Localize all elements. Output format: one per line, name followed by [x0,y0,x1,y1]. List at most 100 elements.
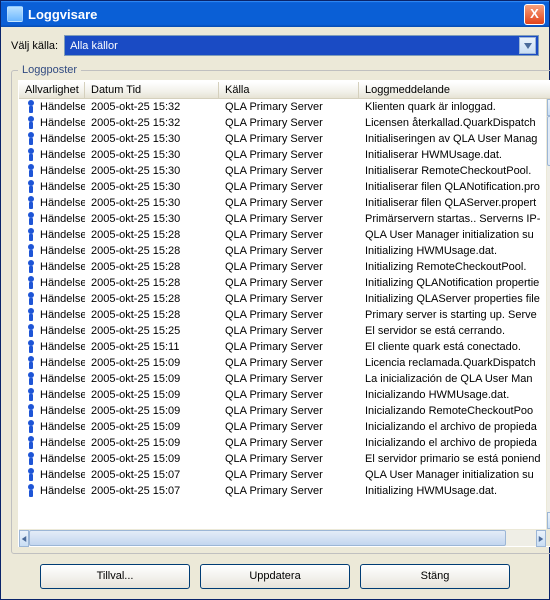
severity-cell: Händelse [19,356,85,370]
column-severity[interactable]: Allvarlighet [19,82,85,98]
table-row[interactable]: Händelse2005-okt-25 15:30QLA Primary Ser… [19,195,546,211]
table-row[interactable]: Händelse2005-okt-25 15:30QLA Primary Ser… [19,179,546,195]
severity-text: Händelse [40,437,85,449]
table-row[interactable]: Händelse2005-okt-25 15:09QLA Primary Ser… [19,355,546,371]
datetime-cell: 2005-okt-25 15:32 [85,117,219,129]
datetime-cell: 2005-okt-25 15:11 [85,341,219,353]
message-cell: El cliente quark está conectado. [359,341,546,353]
datetime-cell: 2005-okt-25 15:28 [85,229,219,241]
chevron-down-icon[interactable] [519,37,536,54]
table-row[interactable]: Händelse2005-okt-25 15:25QLA Primary Ser… [19,323,546,339]
message-cell: Initializing HWMUsage.dat. [359,485,546,497]
source-cell: QLA Primary Server [219,229,359,241]
source-cell: QLA Primary Server [219,469,359,481]
table-row[interactable]: Händelse2005-okt-25 15:09QLA Primary Ser… [19,403,546,419]
table-row[interactable]: Händelse2005-okt-25 15:28QLA Primary Ser… [19,243,546,259]
info-icon [25,228,37,242]
severity-cell: Händelse [19,276,85,290]
table-row[interactable]: Händelse2005-okt-25 15:28QLA Primary Ser… [19,275,546,291]
scroll-thumb-h[interactable] [29,530,506,546]
app-icon [7,6,23,22]
table-row[interactable]: Händelse2005-okt-25 15:32QLA Primary Ser… [19,115,546,131]
column-message[interactable]: Loggmeddelande [359,82,550,98]
severity-cell: Händelse [19,468,85,482]
table-row[interactable]: Händelse2005-okt-25 15:11QLA Primary Ser… [19,339,546,355]
scroll-right-icon[interactable] [536,530,546,547]
datetime-cell: 2005-okt-25 15:07 [85,485,219,497]
datetime-cell: 2005-okt-25 15:30 [85,165,219,177]
info-icon [25,276,37,290]
datetime-cell: 2005-okt-25 15:28 [85,261,219,273]
source-selected-value: Alla källor [70,40,118,52]
severity-cell: Händelse [19,340,85,354]
fieldset-legend: Loggposter [18,64,81,76]
grid-header: Allvarlighet Datum Tid Källa Loggmeddela… [19,81,550,99]
info-icon [25,340,37,354]
severity-text: Händelse [40,373,85,385]
scroll-left-icon[interactable] [19,530,29,547]
datetime-cell: 2005-okt-25 15:09 [85,437,219,449]
severity-text: Händelse [40,101,85,113]
message-cell: Initialiserar HWMUsage.dat. [359,149,546,161]
table-row[interactable]: Händelse2005-okt-25 15:30QLA Primary Ser… [19,147,546,163]
severity-cell: Händelse [19,452,85,466]
severity-cell: Händelse [19,420,85,434]
severity-cell: Händelse [19,292,85,306]
severity-text: Händelse [40,165,85,177]
message-cell: QLA User Manager initialization su [359,229,546,241]
table-row[interactable]: Händelse2005-okt-25 15:07QLA Primary Ser… [19,483,546,499]
severity-cell: Händelse [19,132,85,146]
table-row[interactable]: Händelse2005-okt-25 15:30QLA Primary Ser… [19,163,546,179]
datetime-cell: 2005-okt-25 15:28 [85,293,219,305]
info-icon [25,388,37,402]
vertical-scrollbar[interactable] [546,99,550,529]
table-row[interactable]: Händelse2005-okt-25 15:09QLA Primary Ser… [19,387,546,403]
column-source[interactable]: Källa [219,82,359,98]
refresh-button[interactable]: Uppdatera [200,564,350,589]
source-cell: QLA Primary Server [219,277,359,289]
column-datetime[interactable]: Datum Tid [85,82,219,98]
table-row[interactable]: Händelse2005-okt-25 15:28QLA Primary Ser… [19,291,546,307]
table-row[interactable]: Händelse2005-okt-25 15:30QLA Primary Ser… [19,131,546,147]
severity-cell: Händelse [19,212,85,226]
source-select[interactable]: Alla källor [64,35,539,56]
source-label: Välj källa: [11,40,58,52]
table-row[interactable]: Händelse2005-okt-25 15:28QLA Primary Ser… [19,259,546,275]
severity-cell: Händelse [19,116,85,130]
severity-cell: Händelse [19,180,85,194]
scroll-track-h[interactable] [29,530,536,546]
severity-cell: Händelse [19,164,85,178]
log-entries-fieldset: Loggposter Allvarlighet Datum Tid Källa … [11,64,550,554]
info-icon [25,452,37,466]
source-cell: QLA Primary Server [219,309,359,321]
horizontal-scrollbar[interactable] [19,529,550,546]
table-row[interactable]: Händelse2005-okt-25 15:09QLA Primary Ser… [19,371,546,387]
message-cell: El servidor primario se está poniend [359,453,546,465]
source-cell: QLA Primary Server [219,117,359,129]
message-cell: Initializing RemoteCheckoutPool. [359,261,546,273]
table-row[interactable]: Händelse2005-okt-25 15:30QLA Primary Ser… [19,211,546,227]
close-button[interactable]: Stäng [360,564,510,589]
source-cell: QLA Primary Server [219,373,359,385]
source-cell: QLA Primary Server [219,261,359,273]
table-row[interactable]: Händelse2005-okt-25 15:32QLA Primary Ser… [19,99,546,115]
table-row[interactable]: Händelse2005-okt-25 15:09QLA Primary Ser… [19,435,546,451]
message-cell: Inicializando el archivo de propieda [359,421,546,433]
datetime-cell: 2005-okt-25 15:09 [85,421,219,433]
grid-body-wrap: Händelse2005-okt-25 15:32QLA Primary Ser… [19,99,550,529]
info-icon [25,404,37,418]
table-row[interactable]: Händelse2005-okt-25 15:28QLA Primary Ser… [19,307,546,323]
grid-body[interactable]: Händelse2005-okt-25 15:32QLA Primary Ser… [19,99,546,529]
close-icon[interactable]: X [524,4,545,25]
info-icon [25,468,37,482]
source-cell: QLA Primary Server [219,197,359,209]
info-icon [25,116,37,130]
table-row[interactable]: Händelse2005-okt-25 15:28QLA Primary Ser… [19,227,546,243]
titlebar[interactable]: Loggvisare X [1,1,549,27]
datetime-cell: 2005-okt-25 15:25 [85,325,219,337]
table-row[interactable]: Händelse2005-okt-25 15:09QLA Primary Ser… [19,419,546,435]
table-row[interactable]: Händelse2005-okt-25 15:07QLA Primary Ser… [19,467,546,483]
info-icon [25,436,37,450]
table-row[interactable]: Händelse2005-okt-25 15:09QLA Primary Ser… [19,451,546,467]
options-button[interactable]: Tillval... [40,564,190,589]
